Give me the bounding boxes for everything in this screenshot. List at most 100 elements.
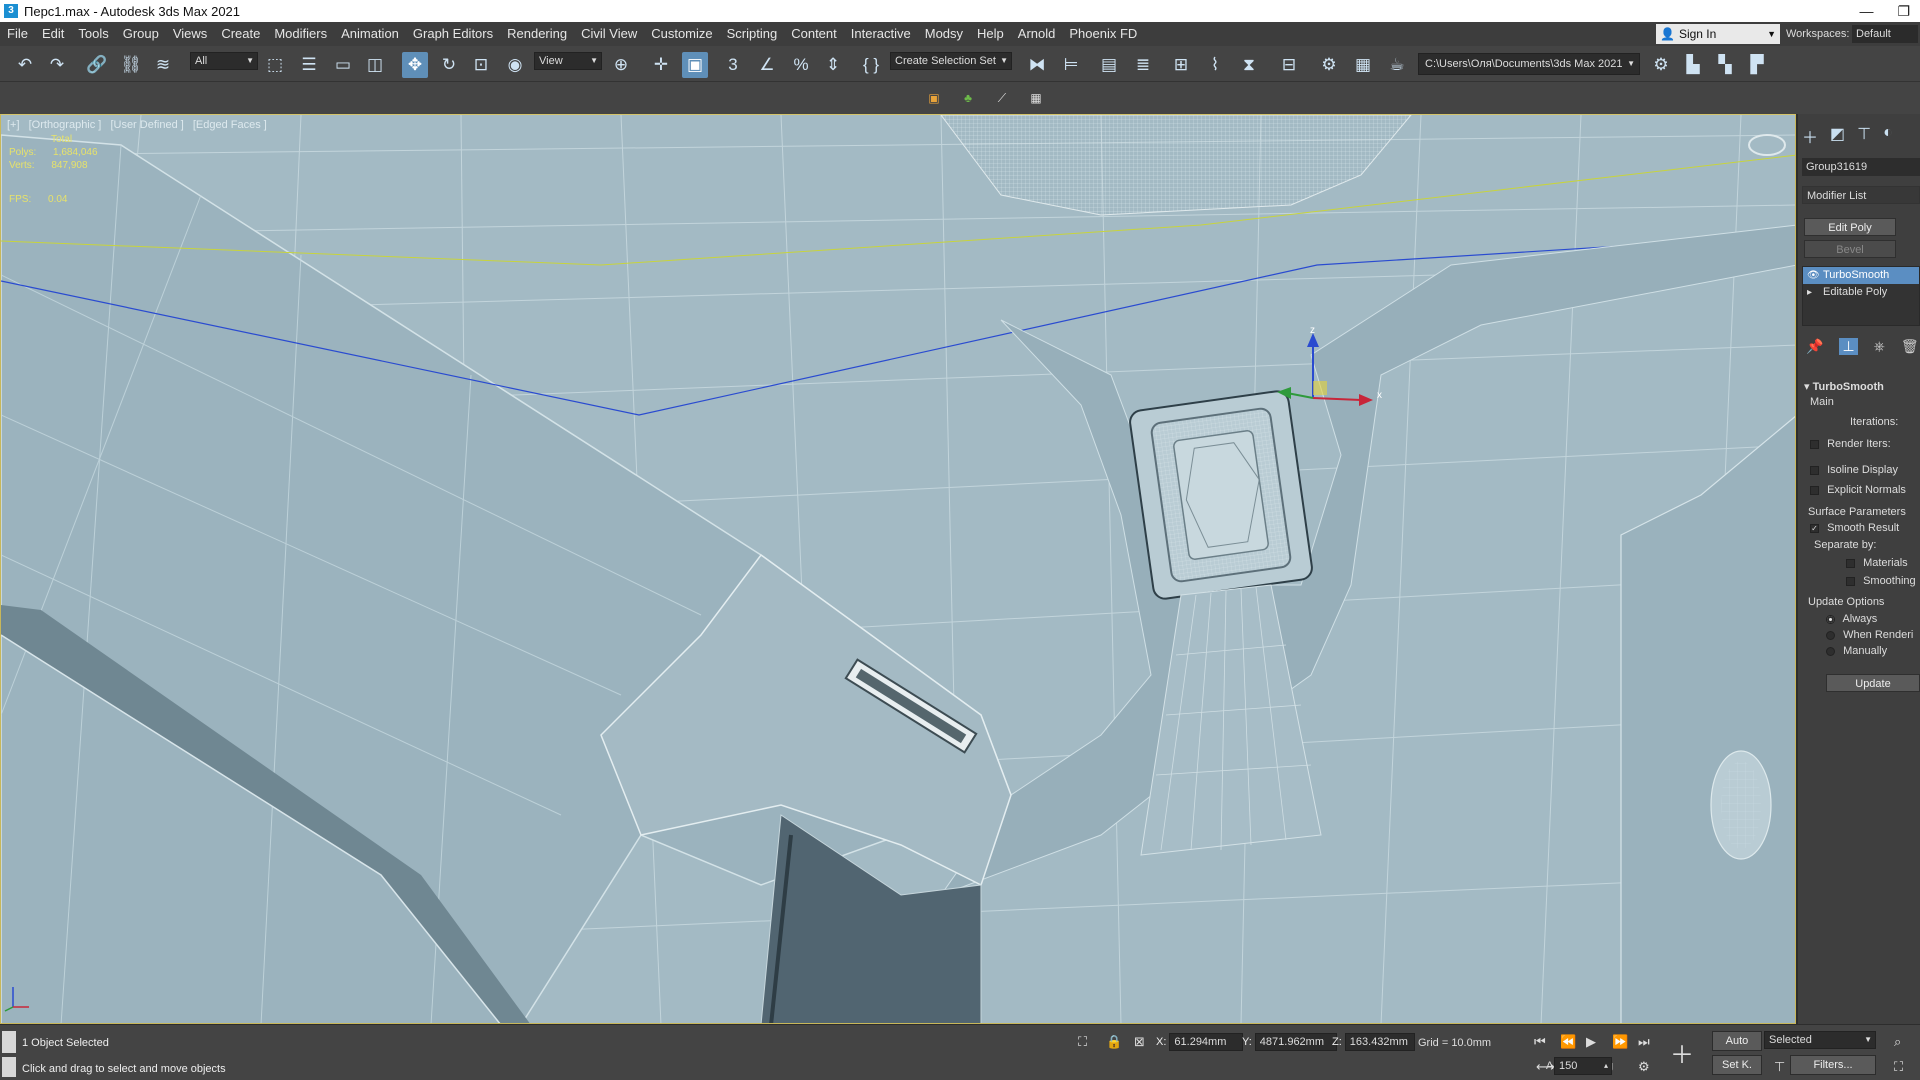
- x-field[interactable]: 61.294mm: [1169, 1033, 1244, 1051]
- menu-civil-view[interactable]: Civil View: [574, 22, 644, 46]
- set-key-button[interactable]: Set K.: [1712, 1055, 1762, 1075]
- select-object-icon[interactable]: ⬚: [262, 52, 288, 78]
- menu-phoenix-fd[interactable]: Phoenix FD: [1062, 22, 1144, 46]
- pivot-center-icon[interactable]: ⊕: [608, 52, 634, 78]
- go-to-end-icon[interactable]: ⏭: [1638, 1034, 1650, 1050]
- project-folder-dropdown[interactable]: C:\Users\Оля\Documents\3ds Max 2021 ▼: [1418, 53, 1640, 75]
- edit-poly-button[interactable]: Edit Poly: [1804, 218, 1896, 236]
- minimize-icon[interactable]: —: [1859, 0, 1873, 22]
- undo-icon[interactable]: ↶: [12, 52, 38, 78]
- modify-tab-icon[interactable]: ◩: [1830, 124, 1845, 148]
- menu-create[interactable]: Create: [214, 22, 267, 46]
- edit-named-selection-icon[interactable]: { }: [858, 52, 884, 78]
- project-settings-icon[interactable]: ⚙: [1648, 52, 1674, 78]
- workspace-dropdown[interactable]: Default: [1852, 25, 1918, 43]
- smoothing-checkbox[interactable]: [1846, 576, 1855, 586]
- key-filter-dropdown[interactable]: Selected ▼: [1764, 1031, 1876, 1049]
- redo-icon[interactable]: ↷: [44, 52, 70, 78]
- menu-animation[interactable]: Animation: [334, 22, 406, 46]
- isoline-display-checkbox[interactable]: [1810, 465, 1819, 475]
- delete-modifier-icon[interactable]: 🗑: [1901, 338, 1919, 355]
- manually-option[interactable]: Manually: [1826, 645, 1887, 657]
- time-config-icon[interactable]: ⟷: [1536, 1059, 1555, 1075]
- render-setup-icon[interactable]: ⚙: [1316, 52, 1342, 78]
- viewport-view-label[interactable]: [Orthographic ]: [29, 119, 102, 131]
- absolute-mode-icon[interactable]: ⊠: [1134, 1034, 1145, 1050]
- reference-coordinate-dropdown[interactable]: View ▼: [534, 52, 602, 70]
- explicit-normals-checkbox[interactable]: [1810, 485, 1819, 495]
- eye-icon[interactable]: 👁: [1807, 267, 1820, 284]
- time-configuration-icon[interactable]: ⚙: [1638, 1059, 1650, 1075]
- key-mode-icon[interactable]: ⊤: [1774, 1059, 1785, 1075]
- spinner-snap-icon[interactable]: ⇕: [820, 52, 846, 78]
- stack-item-turbosmooth[interactable]: 👁 TurboSmooth: [1803, 267, 1919, 284]
- materials-checkbox[interactable]: [1846, 558, 1855, 568]
- isolate-selection-icon[interactable]: ⛶: [1078, 1034, 1087, 1050]
- menu-modifiers[interactable]: Modifiers: [267, 22, 334, 46]
- project-folder-icon[interactable]: ▙: [1680, 52, 1706, 78]
- when-rendering-radio[interactable]: [1826, 630, 1835, 640]
- make-unique-icon[interactable]: ⎈: [1874, 338, 1885, 355]
- manually-radio[interactable]: [1826, 646, 1835, 656]
- rendered-frame-window-icon[interactable]: ▦: [1350, 52, 1376, 78]
- curve-editor-icon[interactable]: ⌇: [1202, 52, 1228, 78]
- snaps-toggle-icon[interactable]: 3: [720, 52, 746, 78]
- select-and-place-icon[interactable]: ◉: [502, 52, 528, 78]
- render-iters-field[interactable]: Render Iters:: [1810, 438, 1891, 450]
- always-radio[interactable]: [1826, 614, 1835, 624]
- key-filters-button[interactable]: Filters...: [1790, 1055, 1876, 1075]
- schematic-view-icon[interactable]: ⧗: [1236, 52, 1262, 78]
- ribbon-grid-icon[interactable]: ▦: [1028, 90, 1044, 106]
- named-selection-dropdown[interactable]: Create Selection Set ▼: [890, 52, 1012, 70]
- link-icon[interactable]: 🔗: [84, 52, 110, 78]
- menu-modsy[interactable]: Modsy: [918, 22, 970, 46]
- viewport-shading-label[interactable]: [User Defined ]: [110, 119, 183, 131]
- rollout-header[interactable]: ▾ TurboSmooth: [1804, 380, 1884, 393]
- pin-stack-icon[interactable]: 📌: [1806, 338, 1823, 355]
- z-field[interactable]: 163.432mm: [1344, 1033, 1415, 1051]
- menu-arnold[interactable]: Arnold: [1011, 22, 1063, 46]
- project-save-icon[interactable]: ▛: [1744, 52, 1770, 78]
- project-open-icon[interactable]: ▚: [1712, 52, 1738, 78]
- always-option[interactable]: Always: [1826, 613, 1877, 625]
- rectangular-selection-icon[interactable]: ▭: [330, 52, 356, 78]
- modifier-list-dropdown[interactable]: Modifier List: [1802, 186, 1920, 204]
- keyboard-shortcut-override-icon[interactable]: ▣: [682, 52, 708, 78]
- maximize-viewport-icon[interactable]: ⛶: [1894, 1059, 1903, 1075]
- render-production-icon[interactable]: ☕: [1384, 52, 1410, 78]
- sign-in-dropdown[interactable]: 👤 Sign In ▼: [1656, 24, 1780, 44]
- maximize-icon[interactable]: ❐: [1897, 0, 1910, 22]
- maxscript-listener-top[interactable]: [2, 1031, 16, 1053]
- window-crossing-icon[interactable]: ◫: [362, 52, 388, 78]
- next-frame-icon[interactable]: ⏩: [1612, 1034, 1628, 1050]
- materials-field[interactable]: Materials: [1846, 557, 1908, 569]
- previous-frame-icon[interactable]: ⏪: [1560, 1034, 1576, 1050]
- menu-rendering[interactable]: Rendering: [500, 22, 574, 46]
- set-key-big-icon[interactable]: ＋: [1670, 1035, 1694, 1070]
- ribbon-toggle-icon[interactable]: ⊞: [1168, 52, 1194, 78]
- ribbon-brush-icon[interactable]: ⟋: [994, 90, 1010, 106]
- create-tab-icon[interactable]: ＋: [1802, 124, 1818, 148]
- object-name-field[interactable]: Group31619: [1802, 158, 1920, 176]
- go-to-start-icon[interactable]: ⏮: [1534, 1034, 1546, 1050]
- select-and-scale-icon[interactable]: ⊡: [468, 52, 494, 78]
- material-editor-icon[interactable]: ⊟: [1276, 52, 1302, 78]
- viewport-menu-plus[interactable]: [+]: [7, 119, 20, 131]
- current-frame-field[interactable]: 150 ▴: [1554, 1057, 1612, 1075]
- select-and-move-icon[interactable]: ✥: [402, 52, 428, 78]
- menu-customize[interactable]: Customize: [644, 22, 719, 46]
- update-button[interactable]: Update: [1826, 674, 1920, 692]
- select-and-rotate-icon[interactable]: ↻: [436, 52, 462, 78]
- scene-explorer-icon[interactable]: ▤: [1096, 52, 1122, 78]
- show-end-result-icon[interactable]: ⊥: [1839, 338, 1858, 355]
- viewport-label[interactable]: [+] [Orthographic ] [User Defined ] [Edg…: [7, 119, 273, 131]
- percent-snap-icon[interactable]: %: [788, 52, 814, 78]
- angle-snap-icon[interactable]: ∠: [754, 52, 780, 78]
- menu-edit[interactable]: Edit: [35, 22, 71, 46]
- smoothing-field[interactable]: Smoothing: [1846, 575, 1916, 587]
- zoom-icon[interactable]: ⌕: [1894, 1034, 1901, 1050]
- selection-lock-icon[interactable]: 🔒: [1106, 1034, 1122, 1050]
- select-by-name-icon[interactable]: ☰: [296, 52, 322, 78]
- when-rendering-option[interactable]: When Renderi: [1826, 629, 1913, 641]
- ribbon-tool-icon[interactable]: ▣: [926, 90, 942, 106]
